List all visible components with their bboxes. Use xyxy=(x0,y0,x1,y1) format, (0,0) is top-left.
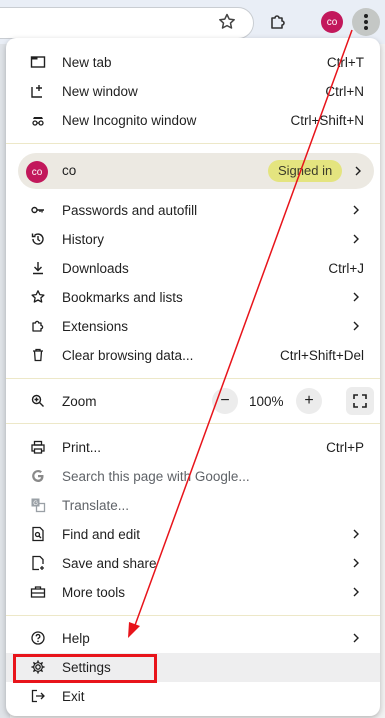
annotation-arrow-icon xyxy=(128,29,353,638)
screenshot-root: co New tab Ctrl+T New window Ctrl+N New … xyxy=(0,0,385,718)
